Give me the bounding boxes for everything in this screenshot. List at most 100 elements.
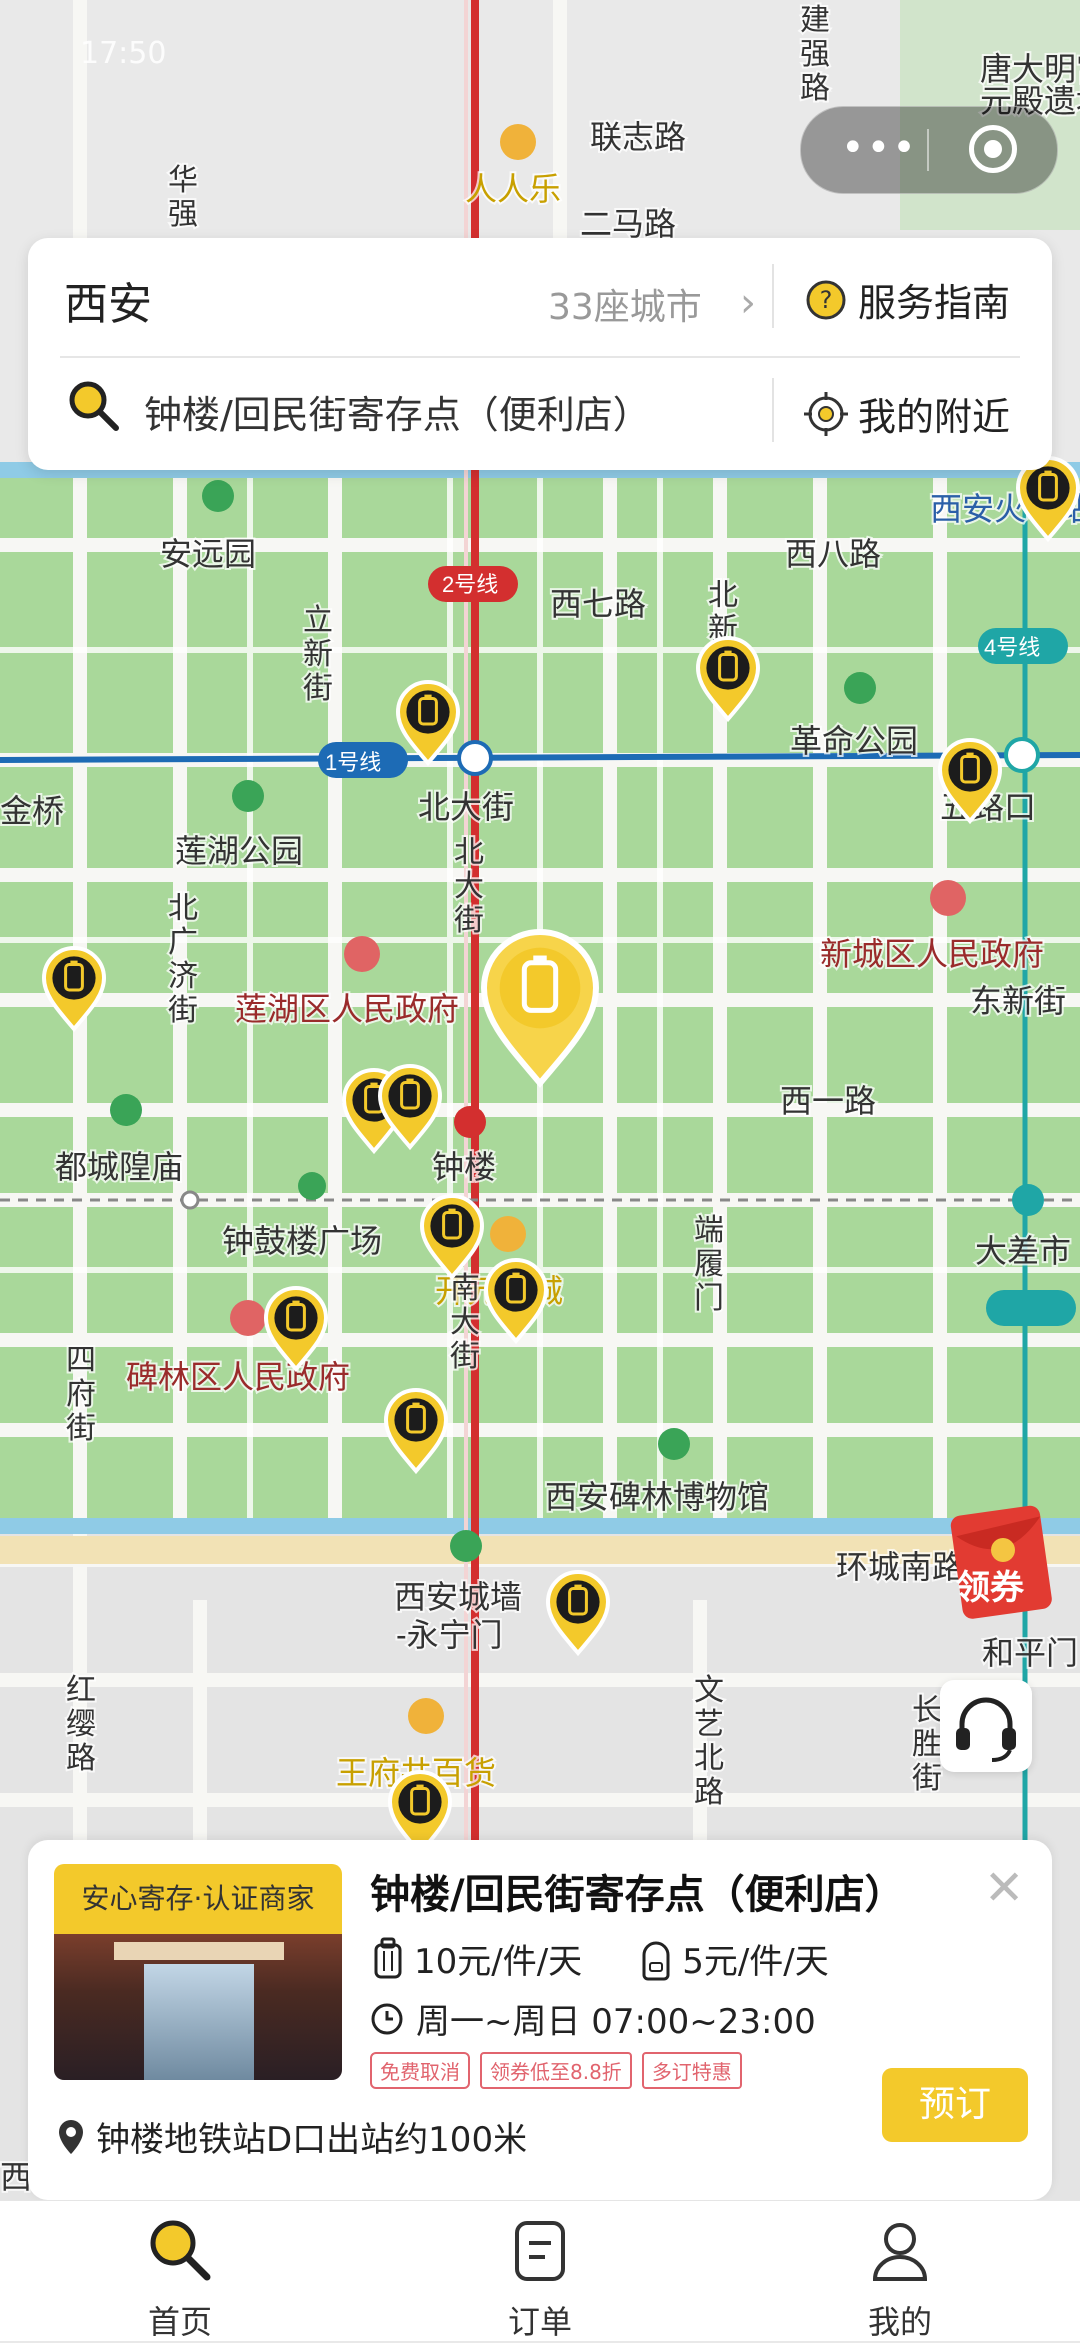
divider (772, 378, 774, 442)
opening-hours: 周一~周日 07:00~23:00 (370, 1994, 816, 2043)
divider (772, 264, 774, 328)
map-street-label: 大 (450, 1306, 480, 1339)
price-small: 5元/件/天 (682, 1942, 829, 1982)
promo-tags: 免费取消 领券低至8.8折 多订特惠 (370, 2052, 742, 2089)
map-street-label: 路 (800, 72, 830, 105)
tab-home[interactable]: 首页 (80, 2215, 280, 2343)
map-label: 大差市 (975, 1233, 1071, 1269)
map-label: 环城南路 (836, 1549, 964, 1585)
map-label: 联志路 (590, 119, 686, 155)
map-street-label: 建 (800, 4, 830, 37)
map-street-label: 街 (168, 994, 198, 1027)
mini-program-capsule[interactable]: ••• (800, 106, 1058, 194)
headset-icon (956, 1697, 1016, 1762)
map-street-label: 路 (694, 1776, 724, 1809)
location-text: 钟楼地铁站D口出站约100米 (96, 2120, 528, 2160)
map-street-label: 端 (694, 1214, 724, 1247)
chevron-right-icon[interactable]: › (740, 280, 756, 326)
map-street-label: 府 (66, 1378, 96, 1411)
map-label: 和平门 (982, 1635, 1078, 1671)
map-label: 二马路 (580, 206, 676, 242)
store-location: 钟楼地铁站D口出站约100米 (56, 2112, 527, 2161)
clock-icon (371, 2003, 403, 2034)
store-card[interactable]: 安心寄存·认证商家 钟楼/回民街寄存点（便利店） ✕ 10元/件/天 5元/件/… (28, 1840, 1052, 2200)
map-label: 东新街 (970, 983, 1066, 1019)
status-bar-time: 17:50 (80, 36, 167, 71)
store-name: 钟楼/回民街寄存点（便利店） (370, 1872, 905, 1918)
price-row: 10元/件/天 5元/件/天 (370, 1934, 829, 1983)
nearby-button[interactable]: 我的附近 (804, 386, 1010, 441)
tab-profile[interactable]: 我的 (800, 2215, 1000, 2343)
more-icon[interactable]: ••• (841, 125, 918, 171)
map-label: 钟鼓楼广场 (222, 1223, 382, 1259)
map-street-label: 大 (454, 870, 484, 903)
tab-orders[interactable]: 订单 (440, 2215, 640, 2343)
price-large: 10元/件/天 (414, 1942, 583, 1982)
map-label: 4号线 (984, 635, 1040, 660)
tab-orders-label: 订单 (507, 2303, 572, 2341)
tab-profile-label: 我的 (867, 2303, 932, 2341)
tab-bar: 首页 订单 我的 (0, 2200, 1080, 2341)
map-label: -永宁门 (396, 1617, 503, 1653)
certified-badge: 安心寄存·认证商家 (54, 1864, 342, 1934)
map-label: 碑林区人民政府 (126, 1359, 350, 1395)
map-label: 西安城墙 (394, 1579, 522, 1615)
city-row: 西安 33座城市 › ? 服务指南 (28, 238, 1052, 356)
map-label: 西七路 (550, 586, 646, 622)
map-street-label: 长 (912, 1694, 942, 1727)
service-guide-label: 服务指南 (858, 281, 1011, 325)
coupon-label: 领券 (956, 1568, 1024, 1608)
search-icon (69, 381, 119, 431)
map-street-label: 北 (454, 836, 484, 869)
map-street-label: 门 (694, 1282, 724, 1315)
service-guide-button[interactable]: ? 服务指南 (804, 272, 1010, 327)
help-icon: ? (806, 280, 846, 319)
map-street-label: 立 (303, 604, 333, 637)
map-label: 2号线 (442, 572, 498, 597)
close-mini-program-icon[interactable] (969, 125, 1017, 173)
svg-text:?: ? (820, 286, 833, 314)
map-street-label: 街 (450, 1340, 480, 1373)
map-street-label: 北 (708, 579, 738, 612)
map-label: 安远园 (160, 536, 256, 572)
map-label: 西安碑林博物馆 (545, 1479, 769, 1515)
map-street-label: 文 (694, 1674, 724, 1707)
tag-free-cancel: 免费取消 (370, 2052, 470, 2089)
map-street-label: 强 (800, 38, 830, 71)
map-street-label: 北 (694, 1742, 724, 1775)
map-street-label: 强 (168, 198, 198, 231)
map-street-label: 广 (168, 926, 198, 959)
map-street-label: 北 (168, 892, 198, 925)
map-label: 钟楼 (432, 1149, 496, 1185)
suitcase-icon (374, 1937, 402, 1978)
map-street-label: 街 (66, 1412, 96, 1445)
map-label: 唐大明宫 (980, 51, 1080, 87)
map-street-label: 胜 (912, 1728, 942, 1761)
city-count-link[interactable]: 33座城市 (548, 278, 702, 330)
map-label: 莲湖公园 (175, 833, 303, 869)
close-icon[interactable]: ✕ (984, 1860, 1024, 1916)
map-label: 1号线 (325, 750, 381, 775)
map-street-label: 四 (66, 1344, 96, 1377)
map-label: 都城隍庙 (55, 1149, 183, 1185)
tab-home-label: 首页 (147, 2303, 212, 2341)
map-label: 革命公园 (790, 723, 918, 759)
map-street-label: 新 (303, 638, 333, 671)
search-input[interactable]: 钟楼/回民街寄存点（便利店） (144, 384, 651, 439)
book-button[interactable]: 预订 (882, 2068, 1028, 2142)
coupon-button[interactable]: 领券 (948, 1500, 1058, 1620)
search-card: 西安 33座城市 › ? 服务指南 钟楼/回民街寄存点（便利店） 我的附近 (28, 238, 1052, 470)
map-street-label: 红 (66, 1674, 96, 1707)
nearby-label: 我的附近 (858, 395, 1011, 439)
store-photo (54, 1934, 342, 2080)
customer-service-button[interactable] (940, 1680, 1032, 1772)
map-street-label: 履 (694, 1248, 724, 1281)
map-street-label: 缨 (66, 1708, 96, 1741)
backpack-icon (642, 1941, 670, 1980)
tag-coupon: 领券低至8.8折 (480, 2052, 632, 2089)
map-street-label: 街 (454, 904, 484, 937)
map-label: 莲湖区人民政府 (235, 991, 459, 1027)
locate-icon (804, 391, 848, 436)
city-name[interactable]: 西安 (64, 268, 152, 332)
map-label: 人人乐 (465, 171, 561, 207)
